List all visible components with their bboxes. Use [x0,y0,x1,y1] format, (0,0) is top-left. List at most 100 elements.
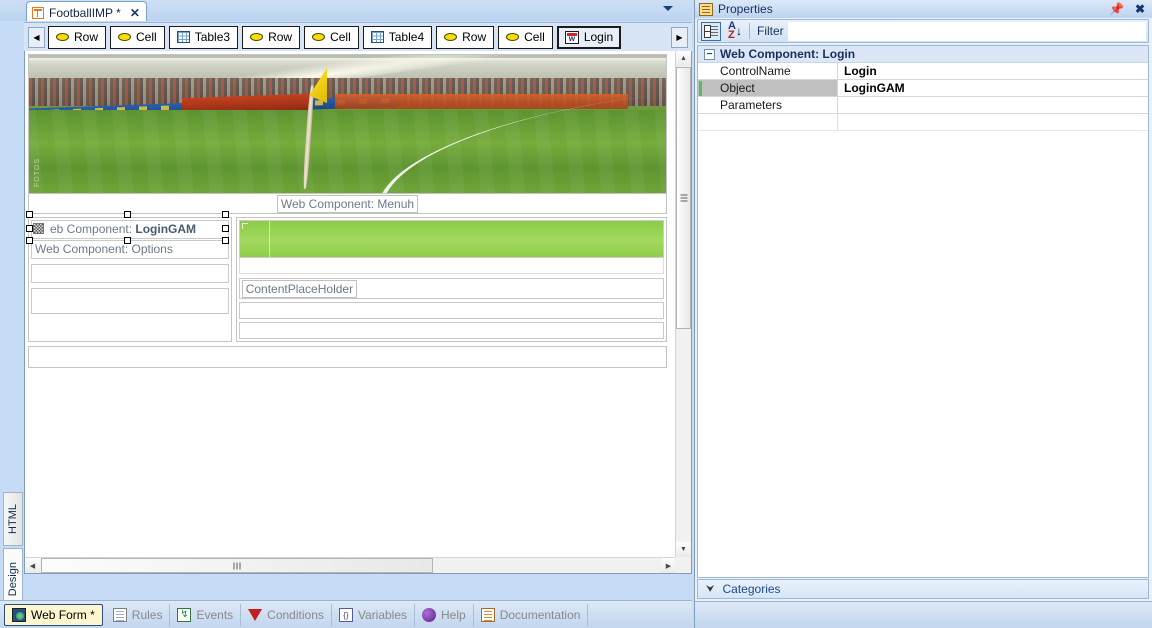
tab-help[interactable]: Help [415,603,474,626]
tab-label: Variables [357,607,408,622]
resize-handle-n[interactable] [124,211,131,218]
tab-events[interactable]: Events [170,603,242,626]
tab-variables[interactable]: Variables [332,603,416,626]
events-icon [177,607,192,622]
resize-handle-e[interactable] [222,225,229,232]
web-component-icon [564,30,579,44]
property-row-object[interactable]: Object LoginGAM [698,80,1148,97]
layout-cell-empty-1[interactable] [31,264,229,283]
chevron-left-icon[interactable]: ◀ [28,26,45,48]
breadcrumb-label: Row [74,30,99,44]
scroll-left-arrow-icon[interactable]: ◀ [25,558,40,573]
resize-handle-s[interactable] [124,237,131,244]
breadcrumb-label: Login [583,30,614,44]
collapse-expander-icon[interactable]: − [704,48,715,60]
breadcrumb-label: Table3 [194,30,231,44]
resize-handle-sw[interactable] [26,237,33,244]
document-tab-footballimp[interactable]: FootballIMP * ✕ [26,1,147,21]
breadcrumb-item-row-3[interactable]: Row [436,25,495,49]
breadcrumb-item-row-2[interactable]: Row [242,25,301,49]
categories-bar[interactable]: ⮟ Categories [697,579,1149,599]
categories-label: Categories [722,582,781,596]
properties-panel-footer [695,601,1152,628]
layout-cell-empty-3[interactable] [238,258,664,274]
layout-cell-empty-2[interactable] [31,288,229,314]
view-tab-html[interactable]: HTML [3,492,23,546]
layout-right-column: ContentPlaceHolder [235,217,667,342]
properties-icon [699,2,713,16]
stadium-banner-image[interactable]: FOTOS [28,54,667,194]
content-placeholder-row[interactable]: ContentPlaceHolder [238,278,664,299]
document-tabstrip: FootballIMP * ✕ [0,0,692,21]
canvas-vertical-scrollbar[interactable]: ▲ ▼ [675,51,691,557]
scroll-down-arrow-icon[interactable]: ▼ [676,542,691,557]
breadcrumb-item-login[interactable]: Login [556,25,622,49]
breadcrumb-label: Row [462,30,487,44]
property-value[interactable]: LoginGAM [838,80,1148,96]
property-grid[interactable]: − Web Component: Login ControlName Login… [697,45,1149,578]
scroll-up-arrow-icon[interactable]: ▲ [676,51,691,66]
breadcrumb-item-table3[interactable]: Table3 [168,25,239,49]
design-canvas[interactable]: FOTOS Web Component: Menuh eb Component:… [25,51,676,557]
drag-handle[interactable] [33,223,44,234]
tab-label: Documentation [499,607,581,622]
editor-bottom-tabbar: Web Form * Rules Events Conditions Varia… [0,600,692,628]
property-group-header[interactable]: − Web Component: Login [698,46,1148,63]
table-icon [370,31,384,43]
application-window: FootballIMP * ✕ ◀ Row Cell Table3 Row Ce… [0,0,1152,628]
help-icon [422,607,437,622]
breadcrumb-label: Table4 [388,30,425,44]
scroll-right-arrow-icon[interactable]: ▶ [661,558,676,573]
tab-web-form[interactable]: Web Form * [4,603,103,626]
properties-toolbar: A Z ↓ Filter [697,19,1149,43]
properties-panel: Properties 📌 ✖ A Z ↓ Filter − Web Componen… [694,0,1152,628]
breadcrumb-label: Cell [524,30,545,44]
layout-cell-empty-5[interactable] [238,322,664,339]
pin-icon[interactable]: 📌 [1106,2,1127,16]
cell-icon [506,33,520,41]
tab-conditions[interactable]: Conditions [241,603,332,626]
property-name: ControlName [698,63,838,79]
breadcrumb-item-table4[interactable]: Table4 [362,25,433,49]
property-group-label: Web Component: Login [720,47,856,61]
resize-handle-se[interactable] [222,237,229,244]
chevron-right-icon[interactable]: ▶ [671,26,688,48]
close-icon[interactable]: ✖ [1132,2,1148,16]
menuh-component-label: Web Component: Menuh [276,194,419,213]
breadcrumb-item-cell-2[interactable]: Cell [304,25,359,49]
layout-cell-empty-4[interactable] [238,302,664,319]
resize-handle-nw[interactable] [26,211,33,218]
tab-rules[interactable]: Rules [106,603,171,626]
vertical-scroll-thumb[interactable] [676,67,691,329]
resize-handle-w[interactable] [26,225,33,232]
breadcrumb-label: Cell [136,30,157,44]
alphabetical-sort-icon[interactable]: A Z ↓ [725,21,745,41]
layout-cell-empty-6[interactable] [28,346,667,368]
property-value[interactable]: Login [838,63,1148,79]
property-row-controlname[interactable]: ControlName Login [698,63,1148,80]
breadcrumb-item-cell-3[interactable]: Cell [498,25,553,49]
property-row-parameters[interactable]: Parameters [698,97,1148,114]
logingam-component-cell[interactable]: eb Component: LoginGAM [26,211,229,244]
green-header-band[interactable] [238,220,664,258]
breadcrumb: ◀ Row Cell Table3 Row Cell Table4 Row Ce… [24,22,692,51]
tab-documentation[interactable]: Documentation [474,603,589,626]
variables-icon [338,607,353,622]
filter-input[interactable] [787,21,1146,41]
resize-handle-ne[interactable] [222,211,229,218]
breadcrumb-label: Cell [330,30,351,44]
close-icon[interactable]: ✕ [130,6,140,20]
categorized-view-icon[interactable] [701,21,721,41]
tab-label: Web Form * [31,607,95,622]
breadcrumb-item-cell-1[interactable]: Cell [110,25,165,49]
breadcrumb-item-row-1[interactable]: Row [48,25,107,49]
chevron-down-icon[interactable] [663,6,673,11]
property-value[interactable] [838,97,1148,113]
cell-icon [312,33,326,41]
property-grid-filler [698,114,1148,131]
cell-icon [118,33,132,41]
row-icon [444,33,458,41]
filter-label: Filter [757,24,784,38]
horizontal-scroll-thumb[interactable] [41,558,433,573]
canvas-horizontal-scrollbar[interactable]: ◀ ▶ [25,557,676,573]
